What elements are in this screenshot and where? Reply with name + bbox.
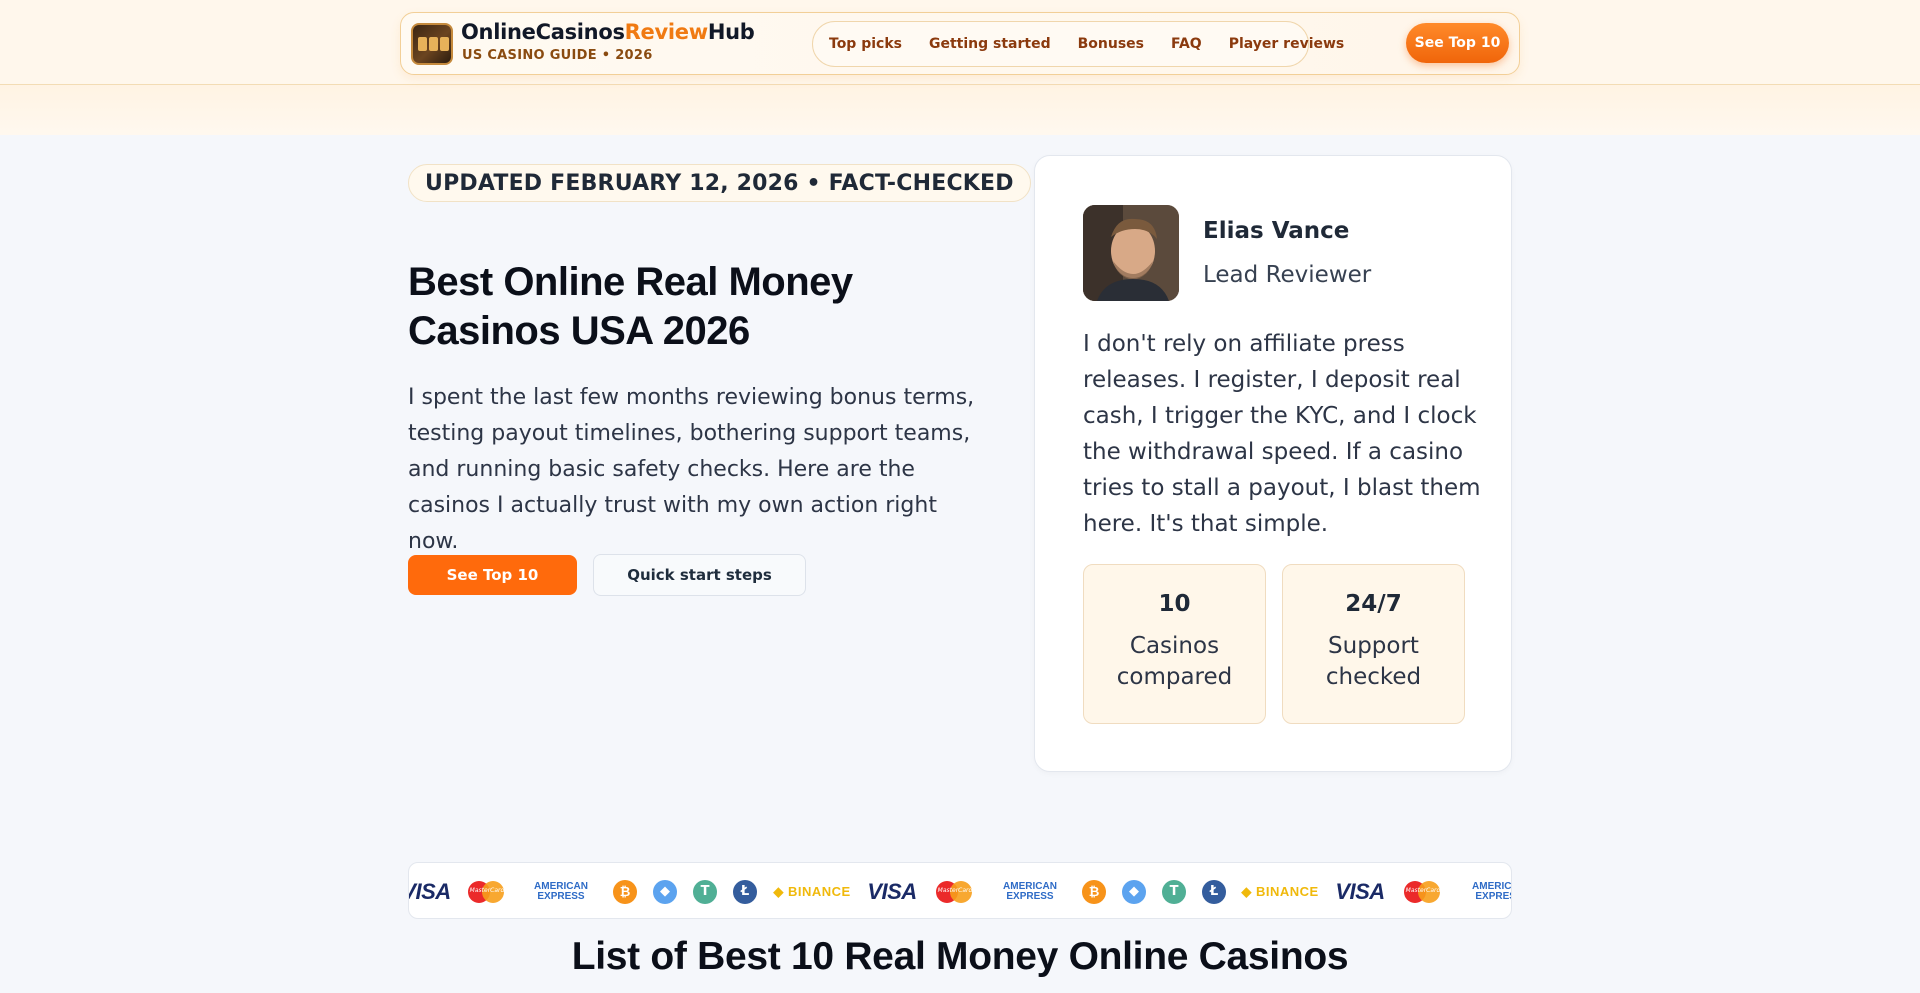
stat-label: Casinos compared [1116, 633, 1233, 690]
stat-value: 10 [1158, 591, 1191, 617]
reviewer-avatar [1083, 205, 1179, 301]
nav-top-picks[interactable]: Top picks [829, 36, 902, 52]
bitcoin-icon: ₿ [1082, 863, 1106, 918]
page-title: Best Online Real Money Casinos USA 2026 [408, 260, 853, 353]
nav-getting-started[interactable]: Getting started [929, 36, 1051, 52]
main-nav: Top picks Getting started Bonuses FAQ Pl… [812, 21, 1344, 67]
amex-logo-icon: AMERICANEXPRESS [1472, 880, 1512, 902]
binance-logo-icon: ◆ BINANCE [1241, 883, 1319, 900]
visa-logo-icon: VISA [409, 878, 451, 904]
slot-machine-logo-icon[interactable] [411, 23, 453, 65]
updated-badge: UPDATED FEBRUARY 12, 2026 • FACT-CHECKED [408, 164, 1031, 202]
litecoin-icon: Ł [1202, 863, 1226, 918]
stat-casinos-compared: 10 Casinos compared [1083, 564, 1266, 724]
visa-logo-icon: VISA [1335, 878, 1385, 904]
nav-bonuses[interactable]: Bonuses [1078, 36, 1144, 52]
amex-logo-icon: AMERICANEXPRESS [534, 880, 588, 902]
litecoin-icon: Ł [733, 863, 757, 918]
mastercard-logo-icon: MasterCard [935, 863, 975, 918]
site-tagline: US CASINO GUIDE • 2026 [462, 48, 653, 63]
see-top10-button[interactable]: See Top 10 [408, 555, 577, 595]
reviewer-role: Lead Reviewer [1203, 262, 1372, 288]
reviewer-quote: I don't rely on affiliate press releases… [1083, 331, 1481, 537]
visa-logo-icon: VISA [867, 878, 917, 904]
nav-faq[interactable]: FAQ [1171, 36, 1202, 52]
payment-methods-strip: VISA MasterCard AMERICANEXPRESS ₿ ◆ T Ł … [408, 862, 1512, 919]
nav-player-reviews[interactable]: Player reviews [1229, 36, 1345, 52]
reviewer-card: Elias Vance Lead Reviewer I don't rely o… [1034, 155, 1512, 772]
stat-label: Support checked [1325, 633, 1422, 690]
binance-logo-icon: ◆ BINANCE [773, 883, 851, 900]
quick-start-button[interactable]: Quick start steps [593, 554, 806, 596]
bitcoin-icon: ₿ [613, 863, 637, 918]
ethereum-icon: ◆ [653, 863, 677, 918]
ethereum-icon: ◆ [1122, 863, 1146, 918]
reviewer-name: Elias Vance [1203, 218, 1350, 244]
amex-logo-icon: AMERICANEXPRESS [1003, 880, 1057, 902]
mastercard-logo-icon: MasterCard [467, 863, 507, 918]
tether-icon: T [1162, 863, 1186, 918]
site-logo-name[interactable]: OnlineCasinosReviewHub [461, 20, 755, 44]
mastercard-logo-icon: MasterCard [1403, 863, 1443, 918]
casino-list-heading: List of Best 10 Real Money Online Casino… [571, 935, 1349, 978]
tether-icon: T [693, 863, 717, 918]
stat-support-checked: 24/7 Support checked [1282, 564, 1465, 724]
site-header: OnlineCasinosReviewHub US CASINO GUIDE •… [400, 12, 1520, 75]
stat-value: 24/7 [1345, 591, 1402, 617]
header-band-lower [0, 85, 1920, 135]
hero-intro: I spent the last few months reviewing bo… [408, 385, 975, 554]
header-see-top10-button[interactable]: See Top 10 [1406, 23, 1509, 63]
